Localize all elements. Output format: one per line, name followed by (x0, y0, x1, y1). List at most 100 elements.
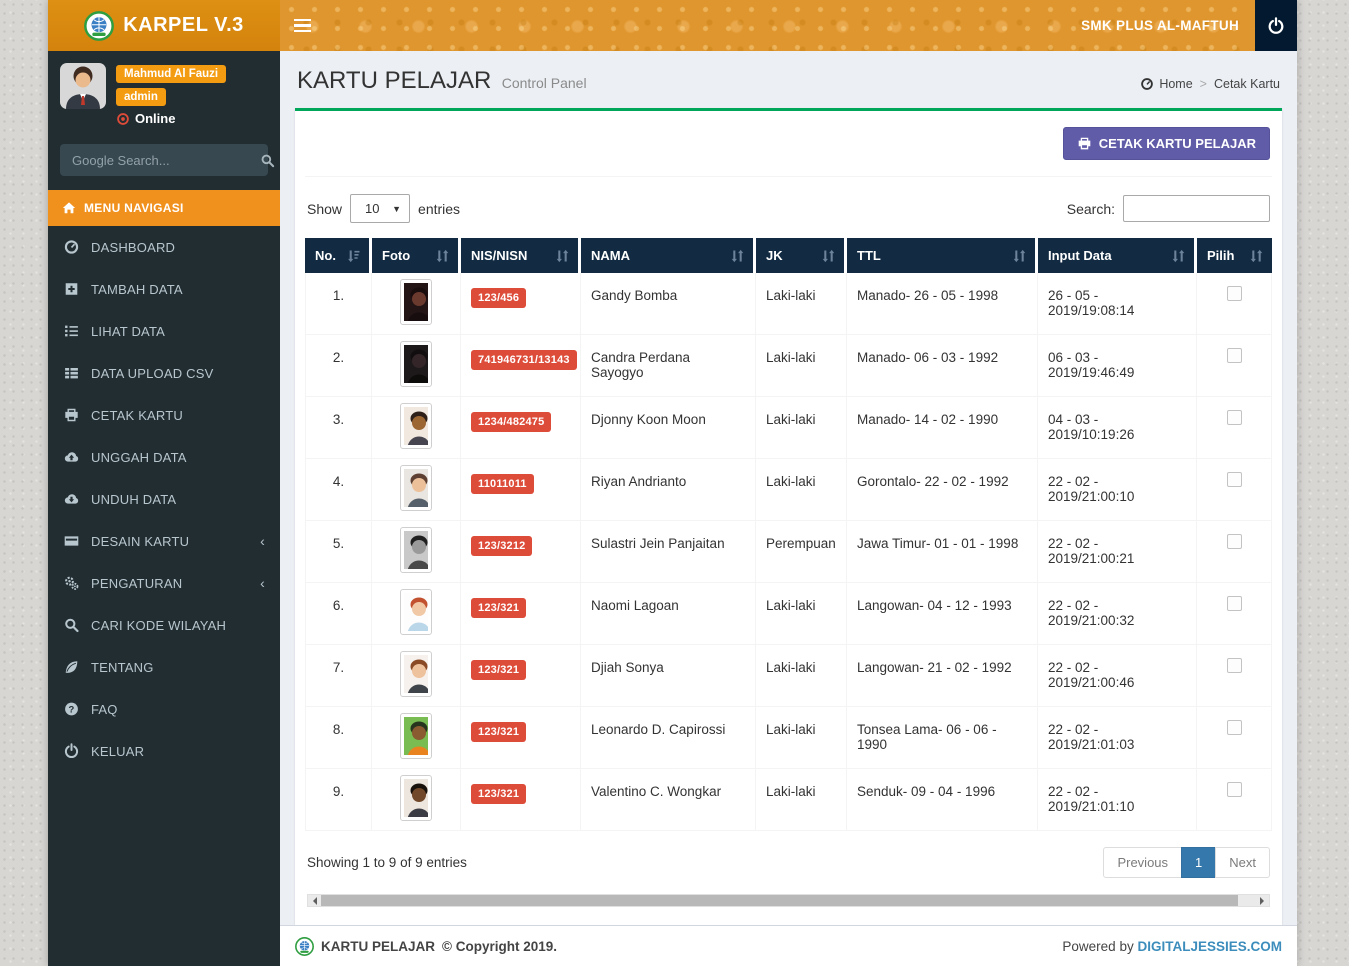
next-page-button[interactable]: Next (1215, 847, 1270, 878)
cell-jk: Laki-laki (756, 645, 847, 707)
student-photo (400, 651, 432, 697)
previous-page-button[interactable]: Previous (1103, 847, 1183, 878)
column-header-nama[interactable]: NAMA (581, 238, 756, 273)
dashboard-icon (1140, 77, 1154, 91)
column-header-input-data[interactable]: Input Data (1038, 238, 1197, 273)
cell-foto (372, 521, 461, 583)
column-header-foto[interactable]: Foto (372, 238, 461, 273)
cell-nama: Djiah Sonya (581, 645, 756, 707)
page-1-button[interactable]: 1 (1181, 847, 1217, 878)
cell-input-data: 22 - 02 - 2019/21:00:46 (1038, 645, 1197, 707)
nis-badge: 123/321 (471, 722, 527, 742)
sidebar-search-button[interactable] (260, 153, 275, 168)
sidebar-item-label: KELUAR (91, 743, 145, 759)
page-title: KARTU PELAJAR (297, 67, 492, 94)
scroll-left-arrow-icon[interactable] (308, 895, 321, 906)
select-checkbox[interactable] (1226, 286, 1242, 301)
menu-header: MENU NAVIGASI (48, 190, 280, 226)
page-length-select[interactable]: 10 ▼ (350, 194, 411, 223)
table-footer-row: Showing 1 to 9 of 9 entries Previous 1 N… (305, 831, 1272, 890)
sort-icon (821, 249, 836, 263)
powered-by-label: Powered by (1062, 938, 1134, 954)
brand-logo[interactable]: KARPEL V.3 (48, 0, 280, 51)
select-checkbox[interactable] (1226, 348, 1242, 363)
cell-input-data: 22 - 02 - 2019/21:00:32 (1038, 583, 1197, 645)
printer-icon (1077, 136, 1092, 151)
sidebar-item-keluar[interactable]: KELUAR (48, 730, 280, 772)
column-header-no[interactable]: No. (305, 238, 372, 273)
footer: KARTU PELAJAR © Copyright 2019. Powered … (280, 925, 1297, 966)
sidebar-item-data-upload-csv[interactable]: DATA UPLOAD CSV (48, 352, 280, 394)
sidebar-item-tentang[interactable]: TENTANG (48, 646, 280, 688)
cell-ttl: Manado- 14 - 02 - 1990 (847, 397, 1038, 459)
cell-pilih (1197, 459, 1272, 521)
student-photo (400, 775, 432, 821)
student-photo (400, 527, 432, 573)
sidebar-search-input[interactable] (60, 152, 260, 168)
content-header: KARTU PELAJAR Control Panel Home > Cetak… (295, 51, 1282, 108)
column-header-nis-nisn[interactable]: NIS/NISN (461, 238, 581, 273)
scroll-right-arrow-icon[interactable] (1256, 895, 1269, 906)
cell-no: 9. (305, 769, 372, 831)
cell-no: 1. (305, 273, 372, 335)
sidebar-item-cetak-kartu[interactable]: CETAK KARTU (48, 394, 280, 436)
sidebar-item-label: LIHAT DATA (91, 323, 165, 339)
table-info: Showing 1 to 9 of 9 entries (307, 855, 467, 870)
sidebar-item-lihat-data[interactable]: LIHAT DATA (48, 310, 280, 352)
select-checkbox[interactable] (1226, 596, 1242, 611)
gauge-icon (63, 239, 80, 255)
cell-nis: 123/321 (461, 645, 581, 707)
column-header-ttl[interactable]: TTL (847, 238, 1038, 273)
table-search-control: Search: (1067, 195, 1270, 222)
select-checkbox[interactable] (1226, 658, 1242, 673)
column-header-jk[interactable]: JK (756, 238, 847, 273)
user-status: Online (116, 111, 175, 126)
column-header-pilih[interactable]: Pilih (1197, 238, 1272, 273)
sidebar-item-pengaturan[interactable]: PENGATURAN ‹ (48, 562, 280, 604)
cell-foto (372, 273, 461, 335)
table-row: 3. 1234/482475 Djonny Koon Moon Laki-laki Ma… (305, 397, 1272, 459)
app-window: KARPEL V.3 SMK PLUS AL-MAFTUH Mahmud Al … (48, 0, 1297, 966)
navbar-main: SMK PLUS AL-MAFTUH (280, 0, 1297, 51)
table-row: 1. 123/456 Gandy Bomba Laki-laki Manado- 26 … (305, 273, 1272, 335)
brand-title: KARPEL V.3 (123, 14, 244, 36)
cell-ttl: Senduk- 09 - 04 - 1996 (847, 769, 1038, 831)
cell-input-data: 22 - 02 - 2019/21:01:03 (1038, 707, 1197, 769)
cell-pilih (1197, 397, 1272, 459)
sidebar-item-desain-kartu[interactable]: DESAIN KARTU ‹ (48, 520, 280, 562)
cell-no: 7. (305, 645, 372, 707)
select-checkbox[interactable] (1226, 534, 1242, 549)
sidebar-item-label: DATA UPLOAD CSV (91, 365, 214, 381)
select-checkbox[interactable] (1226, 410, 1242, 425)
student-photo (400, 279, 432, 325)
sidebar-item-unggah-data[interactable]: UNGGAH DATA (48, 436, 280, 478)
online-status-icon (116, 112, 130, 126)
logout-power-button[interactable] (1255, 0, 1297, 51)
cell-input-data: 22 - 02 - 2019/21:00:21 (1038, 521, 1197, 583)
sidebar-item-dashboard[interactable]: DASHBOARD (48, 226, 280, 268)
cloud-up-icon (63, 449, 80, 465)
table-search-input[interactable] (1123, 195, 1270, 222)
scrollbar-thumb[interactable] (321, 895, 1238, 906)
sidebar-item-faq[interactable]: FAQ (48, 688, 280, 730)
sidebar-item-label: CETAK KARTU (91, 407, 184, 423)
vendor-link[interactable]: DIGITALJESSIES.COM (1137, 939, 1282, 954)
sort-icon (1012, 249, 1027, 263)
sidebar-item-cari-kode-wilayah[interactable]: CARI KODE WILAYAH (48, 604, 280, 646)
horizontal-scrollbar[interactable] (307, 894, 1270, 907)
sidebar-item-tambah-data[interactable]: TAMBAH DATA (48, 268, 280, 310)
select-checkbox[interactable] (1226, 720, 1242, 735)
table-row: 4. 11011011 Riyan Andrianto Laki-laki Goront… (305, 459, 1272, 521)
sidebar-toggle-button[interactable] (280, 0, 324, 51)
breadcrumb-current: Cetak Kartu (1213, 77, 1280, 91)
print-cards-button[interactable]: CETAK KARTU PELAJAR (1062, 127, 1270, 160)
nis-badge: 123/321 (471, 784, 527, 804)
cell-input-data: 26 - 05 - 2019/19:08:14 (1038, 273, 1197, 335)
select-checkbox[interactable] (1226, 782, 1242, 797)
breadcrumb-home-link[interactable]: Home (1140, 77, 1193, 91)
select-checkbox[interactable] (1226, 472, 1242, 487)
sidebar-item-unduh-data[interactable]: UNDUH DATA (48, 478, 280, 520)
student-photo (400, 465, 432, 511)
table-header-row: No. Foto NIS/NISN NAMA JK TTL Input Data Pilih (305, 238, 1272, 273)
search-icon (63, 617, 80, 633)
